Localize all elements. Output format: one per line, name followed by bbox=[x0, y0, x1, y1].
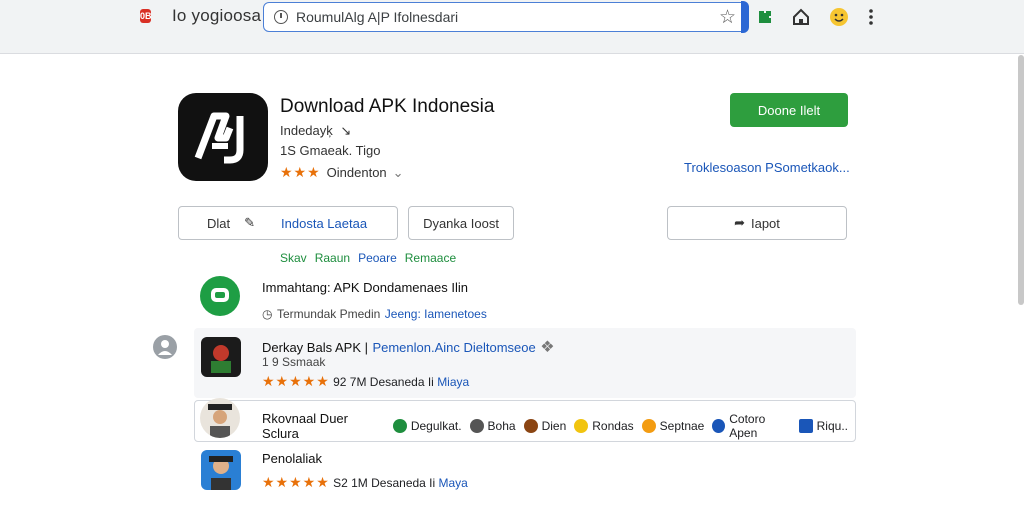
extension-icon[interactable] bbox=[754, 6, 776, 28]
list-item[interactable]: Penolaliak bbox=[194, 451, 856, 466]
app-developer[interactable]: Indedayķ ↘ bbox=[280, 123, 351, 139]
list-item[interactable]: Immahtang: APK Dondamenaes Ilin bbox=[194, 280, 856, 295]
chevron-down-icon[interactable]: ⌄ bbox=[393, 165, 404, 181]
info-link[interactable]: Troklesoason PSometkaok... bbox=[684, 160, 850, 175]
chip-label: Boha bbox=[487, 419, 516, 433]
chip-icon bbox=[574, 419, 589, 433]
user-avatar[interactable] bbox=[153, 335, 177, 359]
chip[interactable]: Dien bbox=[523, 419, 567, 433]
chip-icon bbox=[523, 419, 538, 433]
share-icon: ➦ bbox=[734, 215, 745, 230]
chip[interactable]: Degulkat. bbox=[392, 419, 462, 433]
chip-label: Rondas bbox=[592, 419, 634, 433]
tag-item[interactable]: Remaace bbox=[405, 251, 456, 265]
app-title: Download APK Indonesia bbox=[280, 96, 495, 117]
item-rating: ★★★★★ 92 7M Desaneda Ii Miaya bbox=[194, 373, 856, 390]
install-button[interactable]: Doone Ilelt bbox=[730, 93, 848, 127]
rating-prefix: 92 7M Desaneda Ii bbox=[333, 375, 434, 389]
brand-logo: 0B bbox=[140, 7, 166, 25]
browser-brand[interactable]: 0B Io yogioosa bbox=[140, 6, 261, 26]
chip-icon bbox=[798, 419, 813, 433]
tab-secondary[interactable]: Dyanka Ioost bbox=[408, 206, 514, 240]
clock-icon: ◷ bbox=[262, 307, 273, 321]
brand-badge: 0B bbox=[140, 9, 152, 23]
chip[interactable]: Rondas bbox=[574, 419, 634, 433]
item-rating: ★★★★★ S2 1M Desaneda Ii Maya bbox=[194, 474, 856, 491]
tab-primary[interactable]: Dlat ✎ Indosta Laetaa bbox=[178, 206, 398, 240]
browser-toolbar: 0B Io yogioosa RoumulAlg A|P Ifolnesdari… bbox=[0, 0, 1024, 54]
emoji-icon[interactable] bbox=[828, 6, 850, 28]
rating-text: Oindenton bbox=[326, 165, 387, 180]
home-icon[interactable] bbox=[790, 6, 812, 28]
chip-icon bbox=[641, 419, 656, 433]
tag-row: Skav Raaun Peoare Remaace bbox=[280, 251, 456, 265]
tab-first-label[interactable]: Dlat bbox=[207, 216, 230, 231]
developer-name[interactable]: Indedayķ bbox=[280, 123, 333, 138]
rating-stars: ★★★★★ bbox=[262, 474, 330, 490]
rating-prefix: S2 1M Desaneda Ii bbox=[333, 476, 436, 490]
chip-label: Septnae bbox=[659, 419, 705, 433]
app-logo bbox=[178, 93, 268, 181]
tag-item[interactable]: Raaun bbox=[315, 251, 350, 265]
chip-label: Dien bbox=[541, 419, 567, 433]
tag-item[interactable]: Peoare bbox=[358, 251, 397, 265]
item-title: Rkovnaal Duer Sclura bbox=[262, 411, 348, 441]
bookmark-star-icon[interactable]: ☆ bbox=[719, 6, 736, 29]
chip-label: Cotoro Apen bbox=[729, 412, 766, 440]
rating-link[interactable]: Miaya bbox=[437, 375, 469, 389]
edit-icon[interactable]: ✎ bbox=[244, 215, 255, 231]
app-rating: ★★★ Oindenton ⌄ bbox=[280, 164, 404, 181]
rating-stars: ★★★★★ bbox=[262, 373, 330, 389]
address-text[interactable]: RoumulAlg A|P Ifolnesdari bbox=[296, 9, 719, 25]
chip-label: Riqu.. bbox=[816, 419, 848, 433]
item-title: Immahtang: APK Dondamenaes Ilin bbox=[262, 280, 468, 295]
item-title-link[interactable]: Pemenlon.Ainc Dieltomseoe bbox=[372, 340, 535, 355]
item-link[interactable]: Jeeng: Iamenetoes bbox=[385, 307, 487, 321]
rating-stars: ★★★ bbox=[280, 164, 321, 180]
chip-row: Rkovnaal Duer Sclura Degulkat. Boha Dien… bbox=[194, 411, 856, 441]
chip-icon bbox=[712, 419, 726, 433]
address-bar-accent bbox=[741, 1, 749, 33]
chip[interactable]: Riqu.. bbox=[798, 419, 848, 433]
tab-second-label[interactable]: Indosta Laetaa bbox=[281, 216, 367, 231]
chip[interactable]: Boha bbox=[469, 419, 516, 433]
chip-icon bbox=[392, 419, 407, 433]
chip[interactable]: Septnae bbox=[641, 419, 705, 433]
rating-link[interactable]: Maya bbox=[439, 476, 468, 490]
address-bar[interactable]: RoumulAlg A|P Ifolnesdari ☆ bbox=[263, 1, 749, 33]
tag-item[interactable]: Skav bbox=[280, 251, 307, 265]
item-title: Penolaliak bbox=[262, 451, 322, 466]
puzzle-icon: ❖ bbox=[540, 339, 555, 356]
history-icon bbox=[274, 10, 288, 24]
list-item-sub: ◷ Termundak Pmedin Jeeng: Iamenetoes bbox=[194, 305, 856, 323]
chip-icon bbox=[469, 419, 484, 433]
share-button[interactable]: ➦ Iapot bbox=[667, 206, 847, 240]
item-title: Derkay Bals APK | bbox=[262, 340, 368, 355]
brand-name: Io yogioosa bbox=[172, 6, 262, 25]
item-sub: Termundak Pmedin bbox=[276, 307, 381, 321]
item-sub: 1 9 Ssmaak bbox=[262, 355, 326, 369]
app-meta: 1S Gmaeak. Tigo bbox=[280, 143, 381, 158]
menu-dots-icon[interactable] bbox=[860, 6, 882, 28]
chip[interactable]: Cotoro Apen bbox=[712, 412, 790, 440]
chip-label: Degulkat. bbox=[410, 419, 462, 433]
main-content: Download APK Indonesia Indedayķ ↘ 1S Gma… bbox=[0, 55, 1020, 512]
share-label: Iapot bbox=[750, 215, 780, 231]
verified-icon: ↘ bbox=[340, 123, 352, 138]
list-item: Derkay Bals APK | Pemenlon.Ainc Dieltoms… bbox=[194, 337, 856, 357]
